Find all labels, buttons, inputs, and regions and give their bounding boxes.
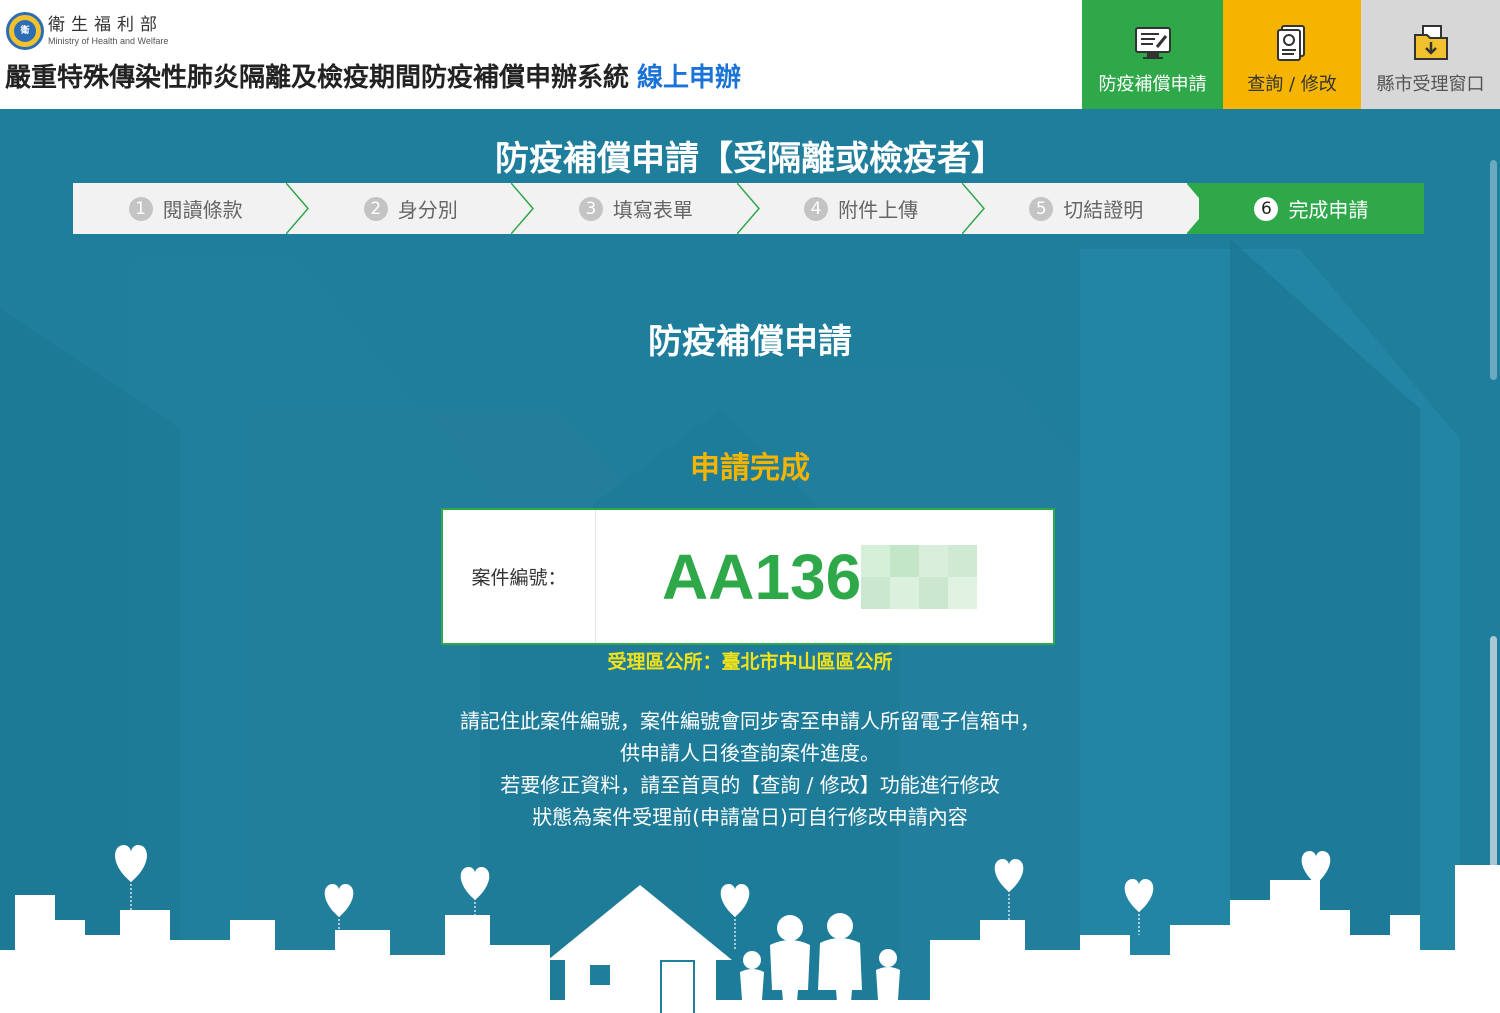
online-label: 線上申辦	[637, 63, 742, 93]
step-label: 身分別	[397, 198, 458, 222]
ministry-name-zh: 衛生福利部	[48, 15, 163, 35]
chevron-right-icon	[736, 183, 760, 234]
document-search-icon	[1277, 25, 1305, 61]
system-title: 嚴重特殊傳染性肺炎隔離及檢疫期間防疫補償申辦系統 線上申辦	[5, 60, 741, 96]
form-edit-icon	[1134, 27, 1171, 59]
city-skyline-illustration	[0, 845, 1500, 1013]
nav-window-button[interactable]: 縣市受理窗口	[1361, 0, 1500, 109]
site-header: 衛 衛生福利部 Ministry of Health and Welfare 嚴…	[0, 0, 1500, 109]
chevron-right-icon	[511, 183, 535, 234]
step-6-active: 6 完成申請	[1198, 183, 1425, 234]
case-number-value: AA136	[596, 510, 1053, 643]
instruction-line: 若要修正資料，請至首頁的【查詢 / 修改】功能進行修改	[500, 773, 1000, 797]
step-5: 5 切結證明	[974, 183, 1211, 234]
step-number: 2	[363, 196, 388, 221]
chevron-right-icon	[961, 183, 985, 234]
chevron-right-icon	[286, 183, 310, 234]
ministry-name-en: Ministry of Health and Welfare	[48, 36, 169, 46]
step-label: 閱讀條款	[162, 198, 243, 222]
nav-apply-label: 防疫補償申請	[1098, 74, 1207, 95]
step-number: 6	[1254, 196, 1279, 221]
step-label: 填寫表單	[612, 198, 693, 222]
office-info: 受理區公所：臺北市中山區區公所	[607, 651, 893, 673]
case-number-label: 案件編號：	[443, 510, 596, 643]
nav-query-button[interactable]: 查詢 / 修改	[1223, 0, 1361, 109]
step-number: 1	[128, 196, 153, 221]
case-number-text: AA136	[662, 540, 862, 613]
instructions: 請記住此案件編號，案件編號會同步寄至申請人所留電子信箱中， 供申請人日後查詢案件…	[0, 705, 1500, 833]
step-4: 4 附件上傳	[749, 183, 985, 234]
step-2: 2 身分別	[298, 183, 535, 234]
step-number: 3	[578, 196, 603, 221]
step-3: 3 填寫表單	[523, 183, 760, 234]
instruction-line: 供申請人日後查詢案件進度。	[620, 741, 880, 765]
status-heading: 申請完成	[690, 451, 810, 486]
instruction-line: 狀態為案件受理前(申請當日)可自行修改申請內容	[532, 805, 968, 829]
chevron-right-icon	[1186, 183, 1211, 234]
nav-window-label: 縣市受理窗口	[1376, 74, 1485, 95]
progress-steps: 1 閱讀條款 2 身分別 3 填寫表單 4 附件上傳 5 切結證明 6 完成申請	[73, 183, 1425, 234]
folder-download-icon	[1413, 25, 1448, 60]
nav-query-label: 查詢 / 修改	[1247, 74, 1337, 95]
page-title: 防疫補償申請【受隔離或檢疫者】	[495, 139, 1005, 179]
nav-apply-button[interactable]: 防疫補償申請	[1082, 0, 1223, 109]
step-label: 附件上傳	[838, 198, 919, 222]
step-number: 5	[1029, 196, 1054, 221]
case-number-redaction	[861, 544, 978, 609]
instruction-line: 請記住此案件編號，案件編號會同步寄至申請人所留電子信箱中，	[460, 709, 1040, 733]
section-title: 防疫補償申請	[648, 322, 852, 362]
step-number: 4	[804, 196, 829, 221]
step-label: 切結證明	[1063, 198, 1144, 222]
ministry-seal-icon: 衛	[6, 12, 44, 50]
case-number-box: 案件編號： AA136	[441, 508, 1055, 645]
step-1: 1 閱讀條款	[73, 183, 310, 234]
ministry-logo[interactable]: 衛 衛生福利部 Ministry of Health and Welfare	[6, 12, 168, 50]
step-label: 完成申請	[1288, 198, 1369, 222]
system-title-text: 嚴重特殊傳染性肺炎隔離及檢疫期間防疫補償申辦系統	[5, 63, 630, 93]
